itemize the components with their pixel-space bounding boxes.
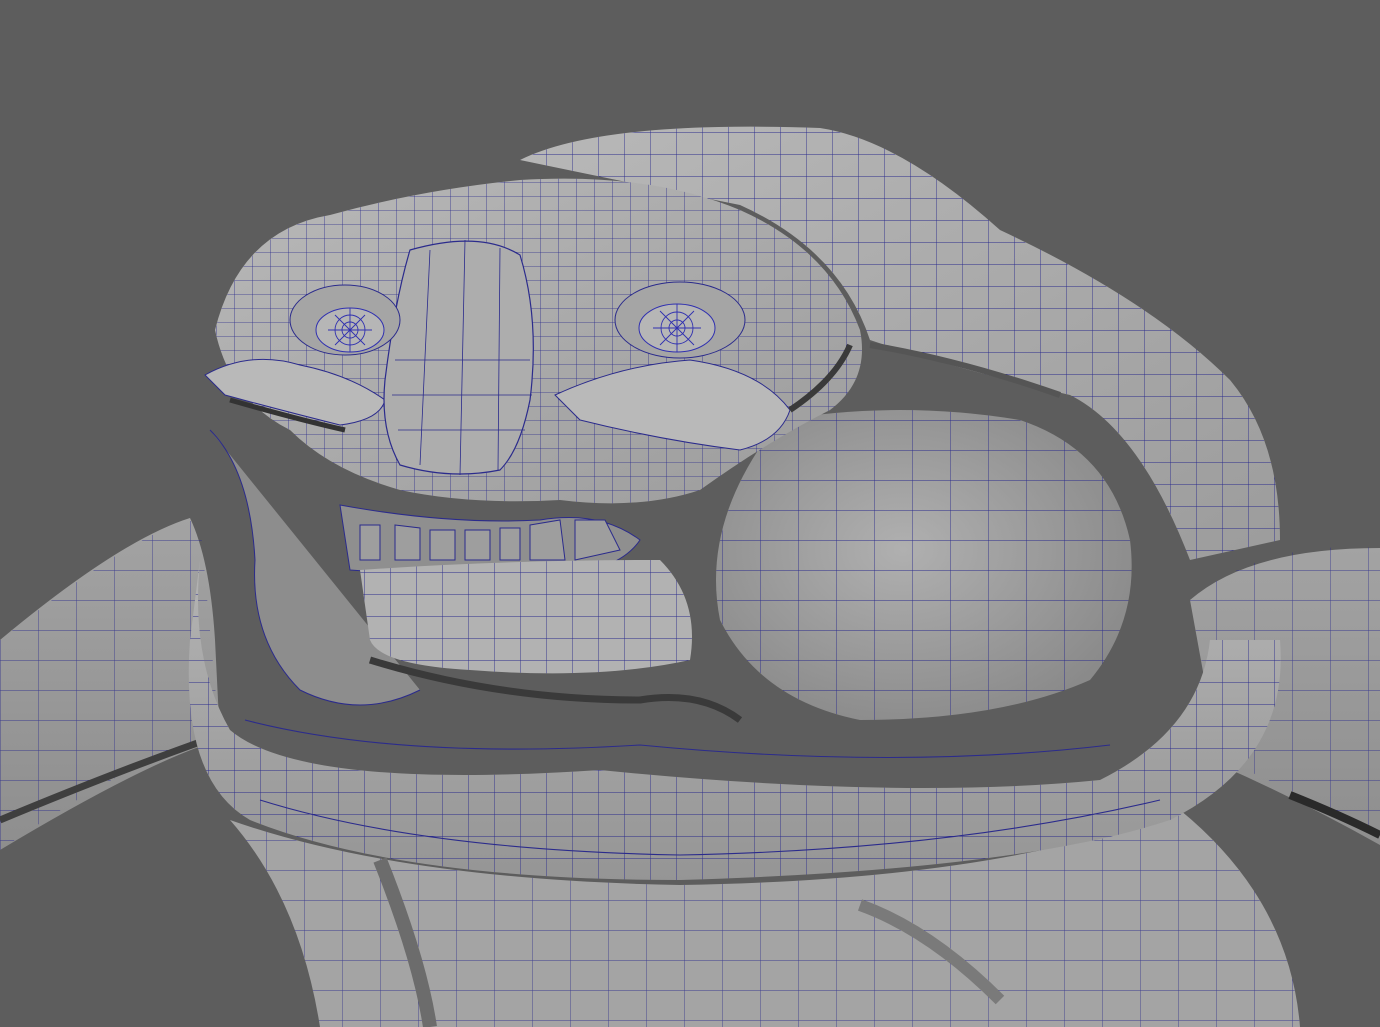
eye-left[interactable] — [289, 284, 401, 356]
eye-right[interactable] — [614, 281, 746, 359]
wireframe-mesh-render[interactable] — [0, 0, 1380, 1027]
3d-viewport[interactable] — [0, 0, 1380, 1027]
nose-mesh[interactable] — [383, 239, 534, 476]
